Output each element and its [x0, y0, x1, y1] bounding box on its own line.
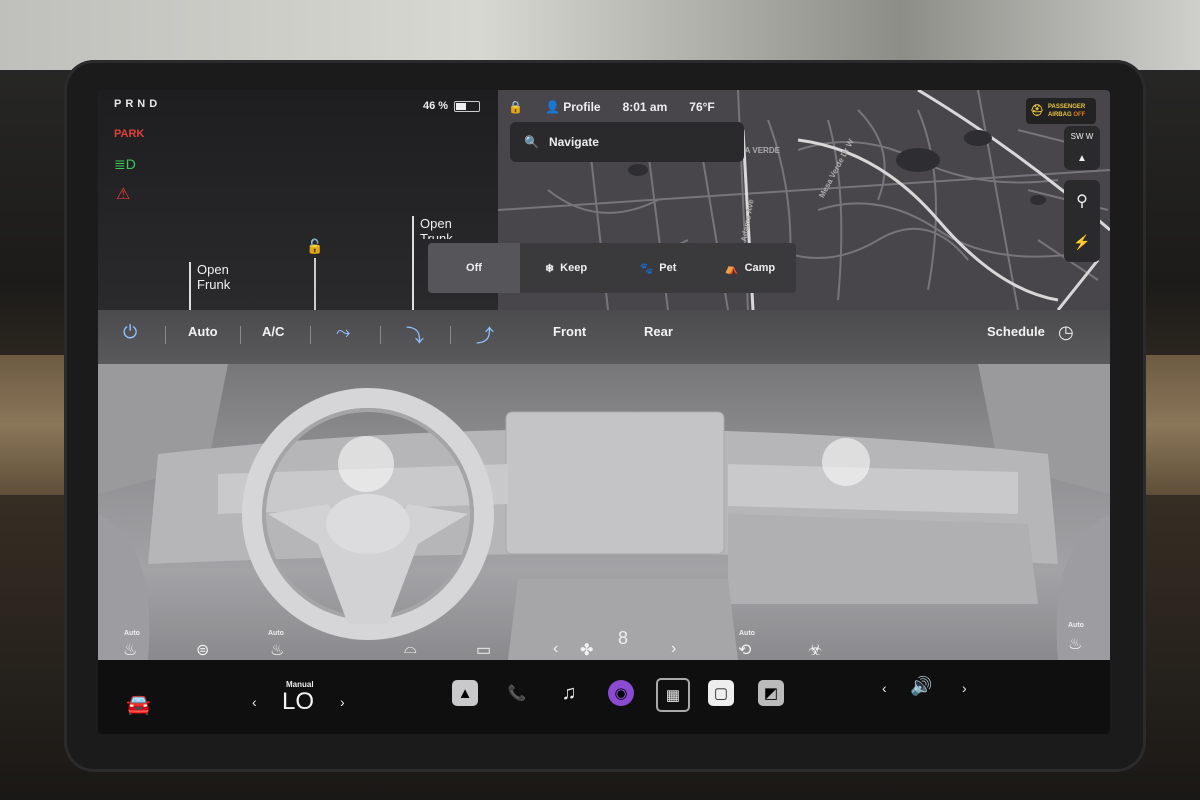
steering-heat-icon[interactable]: ⊜ — [196, 640, 209, 660]
outside-temperature: 76°F — [689, 100, 715, 114]
clock: 8:01 am — [622, 100, 668, 114]
compass-button[interactable]: SW W ▲ — [1064, 126, 1100, 170]
volume-decrease-button[interactable]: ‹ — [882, 680, 887, 696]
airbag-line2-prefix: AIRBAG — [1047, 112, 1074, 118]
volume-increase-button[interactable]: › — [962, 680, 967, 696]
bioweapon-defense-icon[interactable]: ☣ — [808, 640, 822, 660]
mode-keep[interactable]: ❄ Keep — [520, 243, 612, 293]
map-app-icon[interactable]: ◩ — [758, 680, 784, 706]
navigate-search[interactable]: 🔍 Navigate — [510, 122, 744, 162]
open-frunk-label-1: Open — [197, 262, 229, 277]
ac-button[interactable]: A/C — [262, 324, 284, 339]
calendar-app-icon[interactable]: ▢ — [708, 680, 734, 706]
recirculate-auto-tag: Auto — [739, 630, 755, 637]
auto-button[interactable]: Auto — [188, 324, 218, 339]
profile-button[interactable]: 👤 Profile — [545, 100, 601, 114]
driver-seat-heat-icon[interactable]: ♨ — [123, 640, 137, 660]
airflow-feet-icon[interactable]: ⤵ — [406, 322, 424, 348]
map-top-status: 🔒 👤 Profile 8:01 am 76°F — [508, 100, 715, 114]
headlight-icon: ≣D — [114, 156, 136, 172]
fan-icon: ✤ — [580, 642, 594, 659]
bottom-dock — [98, 660, 1110, 734]
camera-app-icon[interactable]: ◉ — [608, 680, 634, 706]
mode-off-label: Off — [466, 262, 482, 274]
search-icon: 🔍 — [524, 135, 539, 149]
airbag-state: OFF — [1073, 112, 1086, 118]
cabin-temperature[interactable]: LO — [282, 688, 314, 716]
separator — [380, 326, 381, 344]
front-defrost-button[interactable]: Front — [553, 324, 586, 339]
temp-increase-button[interactable]: › — [340, 694, 345, 710]
heated-wheel-icon[interactable]: ♨ — [270, 640, 284, 660]
fan-keep-icon: ❄ — [544, 262, 555, 275]
open-trunk-label-2: Trunk — [420, 231, 453, 239]
steering-auto-tag: Auto — [268, 630, 284, 637]
compass-letters: SW W — [1070, 132, 1094, 141]
gear-selector-indicator: PRND — [114, 98, 162, 110]
music-app-icon[interactable]: ♫ — [556, 680, 582, 706]
profile-label: Profile — [563, 100, 601, 114]
climate-mode-selector: Off ❄ Keep 🐾 Pet ⛺ Camp — [428, 243, 796, 293]
mode-off[interactable]: Off — [428, 243, 520, 293]
mode-keep-label: Keep — [560, 262, 588, 274]
driver-seat-auto-tag: Auto — [124, 630, 140, 637]
key-icon: 🔒 — [508, 100, 523, 114]
tent-icon: ⛺ — [724, 262, 739, 275]
fan-speed-value: 8 — [618, 628, 629, 648]
car-icon[interactable]: 🚘 — [126, 692, 151, 717]
seatbelt-warning-icon: ⚠ — [116, 186, 131, 203]
clock-icon[interactable]: ◷ — [1058, 322, 1074, 343]
mode-pet[interactable]: 🐾 Pet — [612, 243, 704, 293]
separator — [450, 326, 451, 344]
fan-increase-button[interactable]: › — [671, 640, 676, 658]
airbag-line1: PASSENGER — [1047, 104, 1086, 110]
passenger-seat-auto-tag: Auto — [1068, 622, 1084, 629]
charging-icon[interactable]: ⚡ — [1073, 234, 1090, 251]
volume-icon[interactable]: 🔊 — [910, 676, 932, 697]
unlock-icon[interactable]: 🔓 — [306, 238, 323, 255]
passenger-seat-heat-icon[interactable]: ♨ — [1068, 634, 1082, 654]
battery-icon — [454, 100, 481, 112]
navigate-placeholder: Navigate — [548, 135, 599, 149]
location-pin-icon[interactable]: ⚲ — [1076, 191, 1088, 211]
power-icon[interactable]: ⏻ — [123, 322, 137, 343]
mode-pet-label: Pet — [659, 262, 677, 274]
fan-decrease-button[interactable]: ‹ — [553, 640, 558, 658]
app-launcher-icon[interactable]: ▦ — [656, 678, 690, 712]
touchscreen: PRND PARK ≣D ⚠ 🔓 Open Frunk Open Trunk 4… — [98, 90, 1110, 734]
temp-decrease-button[interactable]: ‹ — [252, 694, 257, 710]
paw-icon: 🐾 — [639, 262, 654, 275]
battery-status: 46 % — [423, 100, 481, 112]
mode-camp[interactable]: ⛺ Camp — [704, 243, 796, 293]
airflow-windshield-icon[interactable]: ⤴ — [476, 322, 494, 348]
rear-defrost-icon[interactable]: ▭ — [476, 640, 491, 660]
airflow-face-icon[interactable]: ⤳ — [336, 322, 350, 343]
open-frunk-button[interactable]: Open Frunk — [189, 262, 317, 310]
open-frunk-label-2: Frunk — [197, 277, 231, 292]
climate-bottom-bar: Auto ♨ ⊜ Auto ♨ ⌓ ▭ ‹ ✤ › Auto ⟲ ☣ Auto … — [98, 610, 1110, 660]
airbag-icon: ⛑ — [1030, 105, 1044, 117]
open-trunk-label-1: Open — [420, 216, 452, 231]
mode-camp-label: Camp — [744, 262, 776, 274]
map-controls: ⚲ ⚡ — [1064, 180, 1100, 262]
passenger-airbag-indicator: ⛑ PASSENGER AIRBAG OFF — [1026, 98, 1096, 124]
battery-fill — [456, 102, 467, 110]
rear-defrost-button[interactable]: Rear — [644, 324, 673, 339]
airbag-text: PASSENGER AIRBAG OFF — [1048, 103, 1085, 119]
recirculate-icon[interactable]: ⟲ — [738, 640, 751, 660]
climate-top-bar: ⏻ Auto A/C ⤳ ⤵ ⤴ Front Rear Schedule ◷ — [98, 310, 1110, 364]
separator — [165, 326, 166, 344]
compass-arrow-icon: ▲ — [1077, 153, 1087, 164]
separator — [310, 326, 311, 344]
separator — [240, 326, 241, 344]
front-defrost-icon[interactable]: ⌓ — [404, 640, 417, 658]
phone-app-icon[interactable]: 📞 — [504, 680, 530, 706]
autopilot-app-icon[interactable]: ▲ — [452, 680, 478, 706]
schedule-button[interactable]: Schedule — [987, 324, 1045, 339]
battery-percent: 46 % — [423, 100, 449, 112]
park-indicator: PARK — [114, 128, 145, 140]
